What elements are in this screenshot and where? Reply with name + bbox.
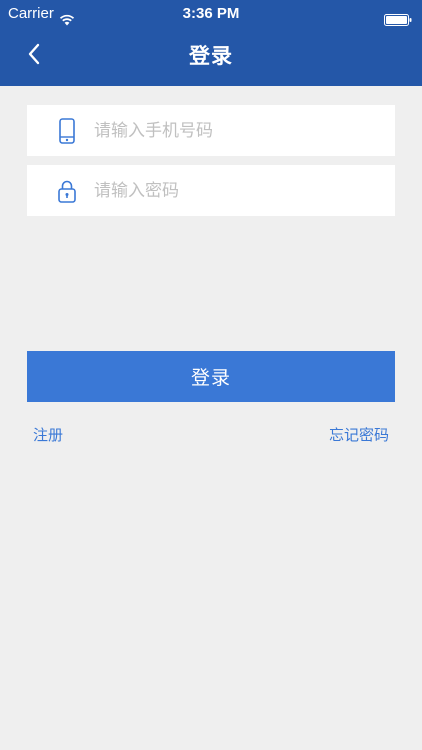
battery-icon <box>384 8 412 26</box>
page-title: 登录 <box>189 44 233 68</box>
forgot-password-link[interactable]: 忘记密码 <box>329 424 389 445</box>
login-button[interactable]: 登录 <box>27 351 395 402</box>
app-header: Carrier 3:36 PM 登录 <box>0 0 422 86</box>
phone-field <box>27 105 395 156</box>
nav-bar: 登录 <box>0 30 422 82</box>
password-field <box>27 165 395 216</box>
status-time: 3:36 PM <box>182 5 240 22</box>
lock-icon <box>58 178 76 204</box>
phone-icon <box>58 117 76 144</box>
register-link[interactable]: 注册 <box>33 424 63 445</box>
status-bar: Carrier 3:36 PM <box>0 0 422 28</box>
password-input[interactable] <box>94 180 364 201</box>
phone-input[interactable] <box>94 120 364 141</box>
